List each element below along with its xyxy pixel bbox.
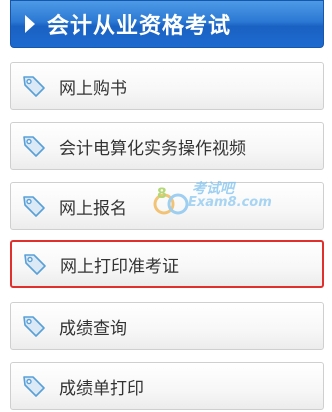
menu-item-score-query[interactable]: 成绩查询 bbox=[10, 302, 324, 350]
menu-item-buy-books[interactable]: 网上购书 bbox=[10, 62, 324, 110]
menu-item-label: 会计电算化实务操作视频 bbox=[59, 138, 246, 159]
tag-icon bbox=[23, 376, 45, 397]
tag-icon bbox=[23, 196, 45, 217]
tag-icon bbox=[23, 136, 45, 157]
tag-icon bbox=[23, 316, 45, 337]
page: 会计从业资格考试 网上购书 会计电算化实务操作视频 网上报名 网上打印准考证 成… bbox=[0, 0, 332, 412]
menu-item-print-transcript[interactable]: 成绩单打印 bbox=[10, 362, 324, 410]
menu-item-label: 网上报名 bbox=[59, 198, 127, 219]
menu-item-online-registration[interactable]: 网上报名 bbox=[10, 182, 324, 230]
arrow-right-icon bbox=[25, 15, 35, 33]
menu-item-print-admission-ticket[interactable]: 网上打印准考证 bbox=[10, 240, 324, 288]
menu-item-label: 网上购书 bbox=[59, 78, 127, 99]
menu-item-label: 成绩单打印 bbox=[59, 378, 144, 399]
menu-item-accounting-video[interactable]: 会计电算化实务操作视频 bbox=[10, 122, 324, 170]
menu-item-label: 网上打印准考证 bbox=[60, 256, 179, 277]
menu-item-label: 成绩查询 bbox=[59, 318, 127, 339]
tag-icon bbox=[23, 76, 45, 97]
page-title: 会计从业资格考试 bbox=[47, 14, 232, 39]
tag-icon bbox=[24, 254, 46, 275]
section-header: 会计从业资格考试 bbox=[10, 0, 324, 48]
